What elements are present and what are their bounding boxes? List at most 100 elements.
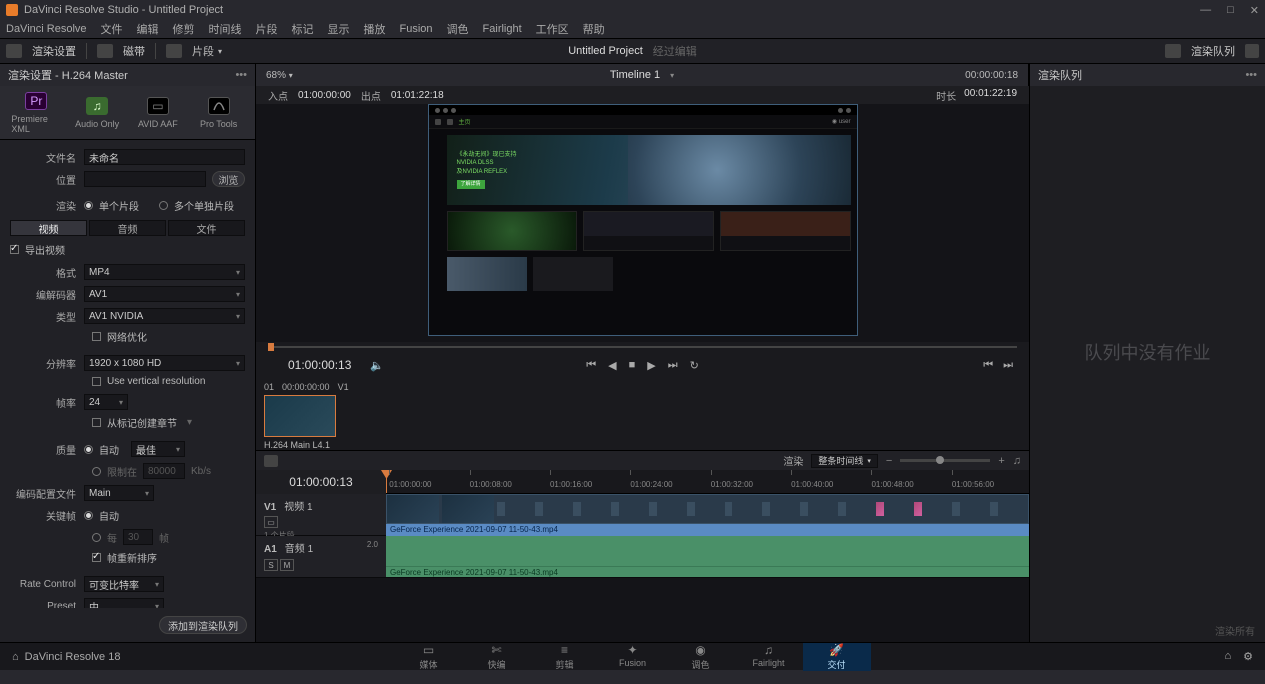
- tab-video[interactable]: 视频: [10, 220, 87, 236]
- loop-icon[interactable]: ↻: [690, 359, 699, 372]
- page-media[interactable]: ▭媒体: [395, 643, 463, 671]
- tape-icon[interactable]: [97, 44, 113, 58]
- menu-help[interactable]: 帮助: [583, 21, 605, 37]
- menu-clip[interactable]: 片段: [256, 21, 278, 37]
- timeline-timecode: 01:00:00:13: [256, 470, 386, 494]
- clips-icon[interactable]: [166, 44, 182, 58]
- menu-edit[interactable]: 编辑: [137, 21, 159, 37]
- page-color[interactable]: ◉调色: [667, 643, 735, 671]
- minimize-icon[interactable]: —: [1200, 4, 1211, 17]
- preset-protools[interactable]: Pro Tools: [194, 97, 244, 129]
- preset-dropdown[interactable]: 中▾: [84, 598, 164, 608]
- mute-button[interactable]: M: [280, 559, 294, 571]
- render-settings-label[interactable]: 渲染设置: [32, 43, 76, 59]
- close-icon[interactable]: ✕: [1250, 4, 1259, 17]
- track-video-icon[interactable]: ▭: [264, 516, 278, 528]
- render-queue-label[interactable]: 渲染队列: [1191, 43, 1235, 59]
- expand-icon[interactable]: [1245, 44, 1259, 58]
- filename-input[interactable]: [84, 149, 245, 165]
- playhead[interactable]: [386, 470, 387, 493]
- multi-clip-radio[interactable]: [159, 201, 168, 210]
- timeline-ruler[interactable]: 01:00:00:00 01:00:08:00 01:00:16:00 01:0…: [386, 470, 1029, 494]
- queue-options-icon[interactable]: •••: [1245, 69, 1257, 81]
- reorder-checkbox[interactable]: [92, 553, 101, 562]
- kf-every-radio[interactable]: [92, 533, 101, 542]
- page-fusion[interactable]: ✦Fusion: [599, 643, 667, 671]
- timeline-options-icon[interactable]: [264, 455, 278, 467]
- menu-davinci[interactable]: DaVinci Resolve: [6, 23, 87, 35]
- location-input[interactable]: [84, 171, 206, 187]
- preset-premiere[interactable]: PrPremiere XML: [11, 92, 61, 134]
- clip-thumbnail[interactable]: [264, 395, 336, 437]
- preset-audio-only[interactable]: ♫Audio Only: [72, 97, 122, 129]
- menu-view[interactable]: 显示: [328, 21, 350, 37]
- single-clip-radio[interactable]: [84, 201, 93, 210]
- menu-trim[interactable]: 修剪: [173, 21, 195, 37]
- play-icon[interactable]: ▶: [647, 359, 655, 372]
- render-queue-icon[interactable]: [1165, 44, 1181, 58]
- tape-label: 磁带: [123, 43, 145, 59]
- viewer-zoom[interactable]: 68% ▾: [266, 70, 293, 81]
- page-cut[interactable]: ✄快编: [463, 643, 531, 671]
- maximize-icon[interactable]: □: [1227, 4, 1234, 17]
- menu-fusion[interactable]: Fusion: [400, 23, 433, 35]
- kf-value-input[interactable]: [123, 529, 153, 545]
- page-edit[interactable]: ≡剪辑: [531, 643, 599, 671]
- vertical-res-checkbox[interactable]: [92, 377, 101, 386]
- prev-clip-icon[interactable]: ⏮: [983, 359, 993, 372]
- format-dropdown[interactable]: MP4▾: [84, 264, 245, 280]
- quality-best-dropdown[interactable]: 最佳▾: [131, 441, 185, 457]
- type-dropdown[interactable]: AV1 NVIDIA▾: [84, 308, 245, 324]
- menu-playback[interactable]: 播放: [364, 21, 386, 37]
- add-to-queue-button[interactable]: 添加到渲染队列: [159, 616, 247, 634]
- menu-mark[interactable]: 标记: [292, 21, 314, 37]
- tab-file[interactable]: 文件: [168, 220, 245, 236]
- zoom-out-icon[interactable]: −: [886, 455, 892, 467]
- render-all-button[interactable]: 渲染所有: [1215, 623, 1255, 638]
- next-clip-icon[interactable]: ⏭: [1003, 359, 1013, 372]
- video-clip[interactable]: [386, 494, 1029, 524]
- first-frame-icon[interactable]: ⏮: [586, 359, 596, 372]
- codec-dropdown[interactable]: AV1▾: [84, 286, 245, 302]
- kf-auto-radio[interactable]: [84, 511, 93, 520]
- play-reverse-icon[interactable]: ◀: [608, 359, 616, 372]
- viewer-scrub[interactable]: [256, 342, 1029, 352]
- menu-fairlight[interactable]: Fairlight: [483, 23, 522, 35]
- last-frame-icon[interactable]: ⏭: [668, 359, 678, 372]
- project-settings-icon[interactable]: ⚙: [1243, 650, 1253, 663]
- page-deliver[interactable]: 🚀交付: [803, 643, 871, 671]
- browse-button[interactable]: 浏览: [212, 171, 245, 187]
- volume-icon[interactable]: 🔈: [370, 359, 384, 372]
- quality-auto-radio[interactable]: [84, 445, 93, 454]
- stop-icon[interactable]: ■: [629, 359, 636, 372]
- quality-restrict-radio[interactable]: [92, 467, 101, 476]
- timeline-name[interactable]: Timeline 1: [610, 69, 660, 81]
- resolution-dropdown[interactable]: 1920 x 1080 HD▾: [84, 355, 245, 371]
- filename-label: 文件名: [10, 150, 84, 165]
- preset-avid[interactable]: ▭AVID AAF: [133, 97, 183, 129]
- ratecontrol-dropdown[interactable]: 可变比特率▾: [84, 576, 164, 592]
- profile-dropdown[interactable]: Main▾: [84, 485, 154, 501]
- render-settings-icon[interactable]: [6, 44, 22, 58]
- home-icon[interactable]: ⌂: [12, 651, 19, 663]
- options-icon[interactable]: •••: [235, 69, 247, 81]
- project-manager-icon[interactable]: ⌂: [1224, 650, 1231, 663]
- solo-button[interactable]: S: [264, 559, 278, 571]
- page-fairlight[interactable]: ♫Fairlight: [735, 643, 803, 671]
- audio-icon[interactable]: ♫: [1013, 455, 1021, 467]
- network-opt-checkbox[interactable]: [92, 332, 101, 341]
- menu-workspace[interactable]: 工作区: [536, 21, 569, 37]
- zoom-slider[interactable]: [900, 459, 990, 462]
- kbps-input[interactable]: [143, 463, 185, 479]
- menu-file[interactable]: 文件: [101, 21, 123, 37]
- fps-dropdown[interactable]: 24▾: [84, 394, 128, 410]
- zoom-in-icon[interactable]: +: [998, 455, 1004, 467]
- clips-dropdown[interactable]: 片段▾: [192, 43, 222, 59]
- in-point: 01:00:00:00: [298, 90, 351, 101]
- render-range-dropdown[interactable]: 整条时间线▾: [811, 454, 878, 468]
- export-video-checkbox[interactable]: [10, 245, 19, 254]
- chapters-checkbox[interactable]: [92, 418, 101, 427]
- menu-timeline[interactable]: 时间线: [209, 21, 242, 37]
- menu-color[interactable]: 调色: [447, 21, 469, 37]
- tab-audio[interactable]: 音频: [89, 220, 166, 236]
